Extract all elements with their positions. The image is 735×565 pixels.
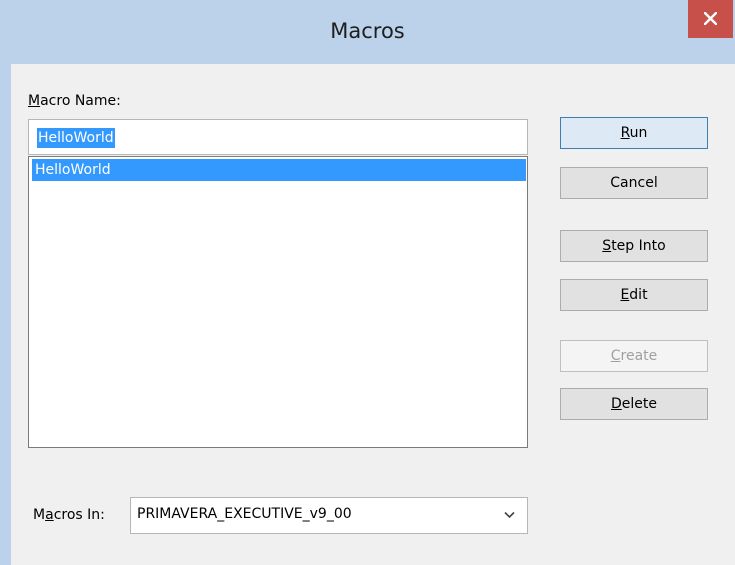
macro-name-value: HelloWorld (37, 128, 115, 148)
macros-dialog: Macros Macro Name: HelloWorld HelloWorld… (0, 0, 735, 565)
close-button[interactable] (688, 0, 733, 38)
create-button: Create (560, 340, 708, 372)
cancel-button[interactable]: Cancel (560, 167, 708, 199)
dialog-title: Macros (330, 19, 405, 43)
title-bar[interactable]: Macros (0, 0, 735, 64)
list-item[interactable]: HelloWorld (32, 159, 526, 181)
step-into-button[interactable]: Step Into (560, 230, 708, 262)
edit-button[interactable]: Edit (560, 279, 708, 311)
macro-name-label: Macro Name: (28, 93, 121, 109)
chevron-down-icon (504, 511, 515, 519)
window-frame (0, 64, 11, 565)
run-button[interactable]: Run (560, 117, 708, 149)
macro-name-input[interactable]: HelloWorld (28, 119, 528, 155)
delete-button[interactable]: Delete (560, 388, 708, 420)
macros-in-value: PRIMAVERA_EXECUTIVE_v9_00 (137, 506, 352, 522)
macros-in-label: Macros In: (33, 507, 105, 523)
macro-list[interactable]: HelloWorld (28, 156, 528, 448)
macros-in-select[interactable]: PRIMAVERA_EXECUTIVE_v9_00 (130, 497, 528, 534)
close-icon (704, 12, 717, 25)
